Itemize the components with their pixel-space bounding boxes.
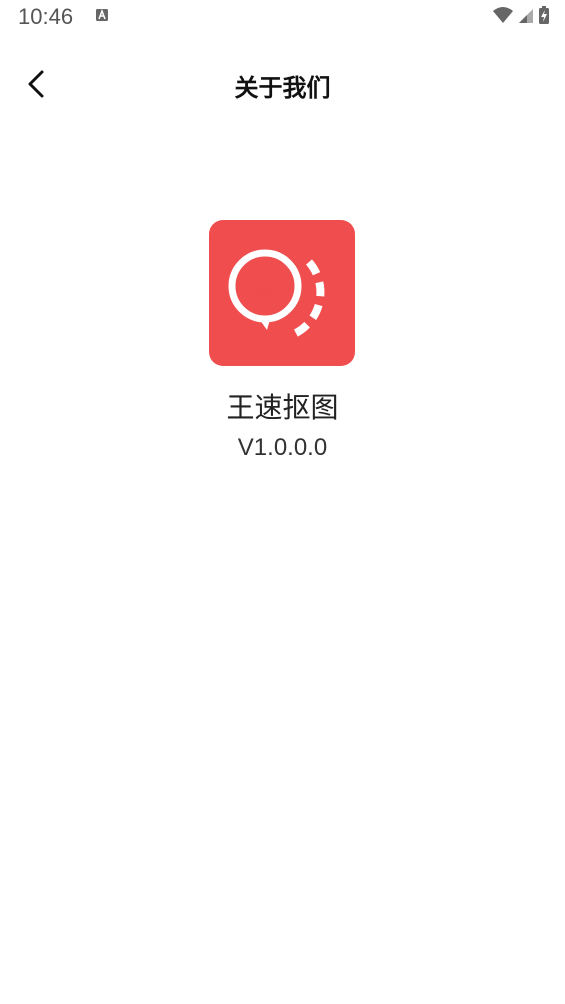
app-bar: 关于我们 (0, 48, 565, 118)
app-version: V1.0.0.0 (237, 434, 328, 461)
signal-icon (519, 9, 533, 23)
app-logo (209, 220, 355, 366)
wifi-icon (493, 7, 513, 23)
status-time: 10:46 (18, 4, 74, 29)
page-title: 关于我们 (234, 74, 331, 102)
status-icons (493, 6, 549, 24)
battery-charging-icon (539, 6, 549, 24)
status-bar: 10:46 (0, 0, 565, 36)
scissors-cutout-icon (228, 249, 325, 340)
app-name: 王速抠图 (226, 391, 339, 424)
a-icon (96, 9, 108, 21)
